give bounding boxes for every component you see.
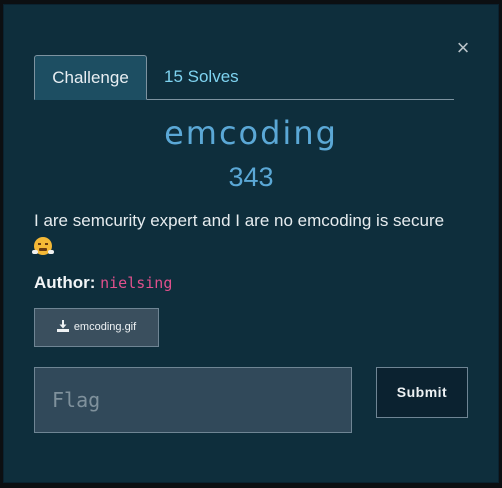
description-text: I are semcurity expert and I are no emco…: [34, 211, 445, 230]
face-with-steam-from-nose-icon: [32, 237, 54, 255]
tab-challenge[interactable]: Challenge: [34, 55, 147, 100]
challenge-tabs: Challenge 15 Solves: [34, 55, 454, 100]
close-icon: ×: [456, 35, 470, 60]
tab-solves[interactable]: 15 Solves: [164, 55, 239, 100]
challenge-title: emcoding: [164, 114, 338, 152]
challenge-points: 343: [228, 162, 274, 192]
file-name: emcoding.gif: [73, 321, 137, 333]
challenge-description: I are semcurity expert and I are no emco…: [32, 208, 464, 260]
flag-input[interactable]: [34, 367, 352, 433]
submit-button[interactable]: Submit: [376, 367, 468, 418]
close-button[interactable]: ×: [455, 35, 471, 60]
download-file-button[interactable]: emcoding.gif: [34, 308, 159, 347]
download-icon: [56, 311, 69, 332]
author-line: Author: nielsing: [34, 273, 172, 293]
author-label: Author:: [34, 273, 96, 292]
author-name: nielsing: [100, 274, 173, 292]
